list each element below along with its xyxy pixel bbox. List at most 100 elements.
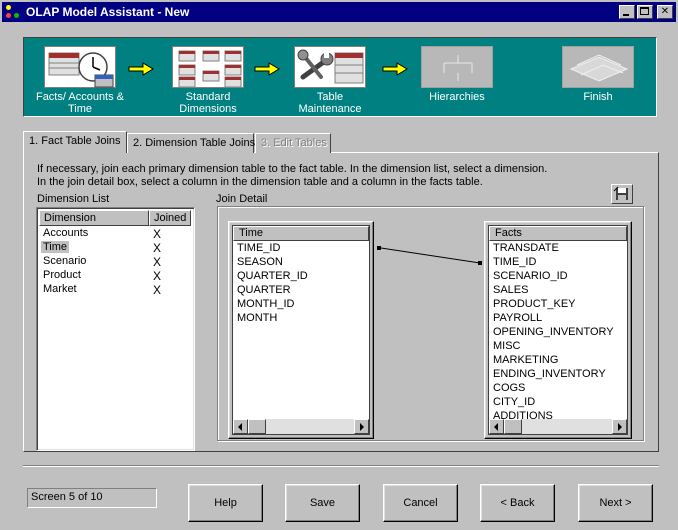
fact-table-columns: TRANSDATE TIME_ID SCENARIO_ID SALES PROD… [489,241,627,423]
arrow-right-icon [128,62,154,76]
joined-mark: X [153,227,162,241]
join-detail-label: Join Detail [216,193,268,205]
step-label: Table Maintenance [298,91,362,115]
table-column-product-key[interactable]: PRODUCT_KEY [489,297,627,311]
table-column-month-id[interactable]: MONTH_ID [233,297,369,311]
dimension-table-columns: TIME_ID SEASON QUARTER_ID QUARTER MONTH_… [233,241,369,325]
list-item-product[interactable]: Product X [41,269,161,283]
table-column-ending-inventory[interactable]: ENDING_INVENTORY [489,367,627,381]
step-finish[interactable]: Finish [548,46,648,103]
list-item-time[interactable]: Time X [41,241,161,255]
scroll-left-button[interactable] [489,419,504,434]
tab-edit-tables: 3. Edit Tables [255,133,331,153]
tab-fact-table-joins[interactable]: 1. Fact Table Joins [23,131,127,153]
joined-mark: X [153,283,162,297]
scroll-right-button[interactable] [612,419,627,434]
dimension-table-window[interactable]: Time TIME_ID SEASON QUARTER_ID QUARTER M… [228,221,374,439]
scroll-right-button[interactable] [354,419,369,434]
fact-table-title: Facts [489,226,627,241]
table-column-city-id[interactable]: CITY_ID [489,395,627,409]
table-column-transdate[interactable]: TRANSDATE [489,241,627,255]
table-column-quarter[interactable]: QUARTER [233,283,369,297]
step-label: Finish [583,91,613,103]
table-column-misc[interactable]: MISC [489,339,627,353]
instructions-line-1: If necessary, join each primary dimensio… [37,163,548,175]
table-column-season[interactable]: SEASON [233,255,369,269]
join-endpoint [478,261,482,265]
arrow-right-icon [360,423,364,431]
hierarchy-icon [421,46,493,88]
step-hierarchies[interactable]: Hierarchies [407,46,507,103]
list-item-accounts[interactable]: Accounts X [41,227,161,241]
step-standard-dimensions[interactable]: Standard Dimensions [158,46,258,115]
table-column-quarter-id[interactable]: QUARTER_ID [233,269,369,283]
dimension-name: Market [43,283,77,295]
close-button[interactable]: ✕ [657,5,673,19]
arrow-right-icon [618,423,622,431]
dimension-name: Accounts [43,227,89,239]
table-column-marketing[interactable]: MARKETING [489,353,627,367]
table-column-month[interactable]: MONTH [233,311,369,325]
step-label: Hierarchies [429,91,485,103]
step-table-maintenance[interactable]: Table Maintenance [280,46,380,115]
arrow-left-icon [494,423,498,431]
join-line[interactable] [374,243,486,267]
finish-icon [562,46,634,88]
arrow-right-icon [382,62,408,76]
screen-status: Screen 5 of 10 [27,488,157,508]
horizontal-scrollbar[interactable] [489,419,627,434]
minimize-button[interactable] [619,5,635,19]
window-title: OLAP Model Assistant - New [26,5,190,19]
table-column-scenario-id[interactable]: SCENARIO_ID [489,269,627,283]
disk-icon [613,186,628,200]
dimension-list-label: Dimension List [37,193,110,205]
table-column-cogs[interactable]: COGS [489,381,627,395]
horizontal-scrollbar[interactable] [233,419,369,434]
table-column-sales[interactable]: SALES [489,283,627,297]
title-bar[interactable]: OLAP Model Assistant - New ✕ [2,2,676,22]
join-endpoint [377,246,381,250]
save-button[interactable]: Save [285,484,360,522]
table-column-opening-inventory[interactable]: OPENING_INVENTORY [489,325,627,339]
save-layout-button[interactable] [611,184,633,204]
list-item-scenario[interactable]: Scenario X [41,255,161,269]
column-header-dimension[interactable]: Dimension [39,210,149,226]
wrench-table-icon [294,46,366,88]
dimension-table-title: Time [233,226,369,241]
dimension-name: Time [41,241,70,253]
join-connector [380,247,481,264]
scroll-left-button[interactable] [233,419,248,434]
column-header-joined[interactable]: Joined [149,210,191,226]
step-facts-accounts-time[interactable]: Facts/ Accounts & Time [30,46,130,115]
joined-mark: X [153,241,162,255]
back-button[interactable]: < Back [480,484,555,522]
list-item-market[interactable]: Market X [41,283,161,297]
table-column-time-id[interactable]: TIME_ID [233,241,369,255]
step-label: Facts/ Accounts & Time [35,91,125,115]
joined-mark: X [153,269,162,283]
tables-icon [172,46,244,88]
dimension-name: Scenario [43,255,87,267]
step-label: Standard Dimensions [179,91,237,115]
minimize-icon [623,14,629,16]
scroll-thumb[interactable] [504,419,522,434]
maximize-button[interactable] [637,5,653,19]
cancel-button[interactable]: Cancel [383,484,458,522]
tab-dimension-table-joins[interactable]: 2. Dimension Table Joins [127,133,255,153]
fact-table-window[interactable]: Facts TRANSDATE TIME_ID SCENARIO_ID SALE… [484,221,632,439]
joined-mark: X [153,255,162,269]
maximize-icon [640,7,649,15]
dimension-name: Product [43,269,81,281]
app-icon[interactable] [5,4,21,20]
close-icon: ✕ [660,6,670,17]
wizard-steps-banner: Facts/ Accounts & Time Standard Dimensio… [23,37,657,117]
arrow-right-icon [254,62,280,76]
help-button[interactable]: Help [188,484,263,522]
scroll-thumb[interactable] [248,419,266,434]
next-button[interactable]: Next > [578,484,653,522]
dimension-list[interactable]: Dimension Joined Accounts X Time X Scena… [36,207,195,451]
arrow-left-icon [238,423,242,431]
table-column-time-id[interactable]: TIME_ID [489,255,627,269]
clock-table-icon [44,46,116,88]
table-column-payroll[interactable]: PAYROLL [489,311,627,325]
